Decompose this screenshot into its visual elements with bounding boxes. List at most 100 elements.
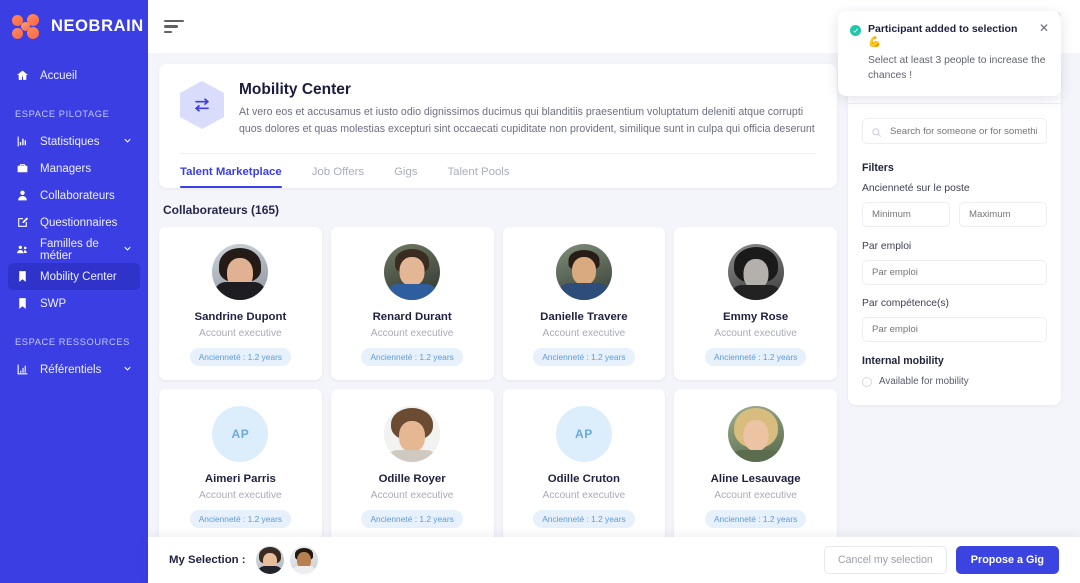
- hamburger-icon[interactable]: [164, 19, 184, 34]
- person-icon: [15, 189, 29, 203]
- collaborator-card[interactable]: Emmy Rose Account executive Ancienneté :…: [674, 227, 837, 380]
- sidebar-item-swp[interactable]: SWP: [8, 290, 140, 317]
- page-description: At vero eos et accusamus et iusto odio d…: [239, 106, 815, 135]
- collaborator-name: Odille Cruton: [547, 473, 620, 485]
- collaborator-name: Renard Durant: [372, 311, 452, 323]
- seniority-max-input[interactable]: [959, 202, 1047, 227]
- sidebar-item-collaborateurs[interactable]: Collaborateurs: [8, 182, 140, 209]
- my-selection-label: My Selection :: [169, 554, 246, 566]
- sidebar-item-label: Collaborateurs: [40, 189, 115, 202]
- toast-message: Select at least 3 people to increase the…: [868, 55, 1046, 81]
- close-icon[interactable]: ✕: [1033, 22, 1049, 34]
- avatar[interactable]: [255, 546, 284, 574]
- sidebar-item-label: Managers: [40, 162, 92, 175]
- cancel-my-selection-button[interactable]: Cancel my selection: [824, 546, 947, 574]
- seniority-badge: Ancienneté : 1.2 years: [533, 348, 635, 366]
- collaborator-card[interactable]: Aline Lesauvage Account executive Ancien…: [674, 389, 837, 542]
- sidebar-item-questionnaires[interactable]: Questionnaires: [8, 209, 140, 236]
- internal-mobility-label: Internal mobility: [862, 355, 944, 367]
- radio-icon[interactable]: [862, 376, 872, 387]
- collaborator-role: Account executive: [542, 490, 626, 501]
- sidebar-item-label: Statistiques: [40, 135, 100, 148]
- sidebar-item-managers[interactable]: Managers: [8, 155, 140, 182]
- sidebar-item-label: SWP: [40, 297, 67, 310]
- sidebar-item-familles-de-metier[interactable]: Familles de métier: [8, 236, 140, 263]
- tab-job-offers[interactable]: Job Offers: [312, 166, 364, 188]
- tab-talent-pools[interactable]: Talent Pools: [447, 166, 509, 188]
- avatar: [212, 244, 269, 300]
- available-for-mobility-option[interactable]: Available for mobility: [862, 376, 1047, 387]
- refine-search[interactable]: [862, 118, 1047, 144]
- collaborator-role: Account executive: [714, 328, 797, 339]
- sidebar-item-label: Accueil: [40, 69, 78, 82]
- search-input[interactable]: [862, 118, 1047, 144]
- avatar-initials: AP: [555, 406, 612, 462]
- left-column: Mobility Center At vero eos et accusamus…: [159, 64, 837, 583]
- collaborator-name: Aline Lesauvage: [710, 473, 801, 485]
- collaborator-name: Emmy Rose: [723, 311, 789, 323]
- seniority-badge: Ancienneté : 1.2 years: [189, 510, 292, 528]
- avatar: [384, 406, 441, 462]
- collaborator-cards-grid: Sandrine Dupont Account executive Ancien…: [159, 227, 837, 583]
- sidebar-item-label: Mobility Center: [40, 270, 117, 283]
- sidebar-item-accueil[interactable]: Accueil: [8, 62, 140, 89]
- edit-square-icon: [15, 216, 29, 230]
- collaborator-role: Account executive: [370, 490, 454, 501]
- sidebar-item-statistiques[interactable]: Statistiques: [8, 128, 140, 155]
- toast-notification: Participant added to selection 💪 ✕ Selec…: [838, 11, 1061, 96]
- neobrain-logo-icon: [12, 13, 42, 39]
- collaborator-name: Odille Royer: [378, 473, 446, 485]
- sidebar: NEOBRAIN Accueil ESPACE PILOTAGE Statist…: [0, 0, 148, 583]
- skill-label: Par compétence(s): [862, 298, 949, 309]
- mobility-center-header-card: Mobility Center At vero eos et accusamus…: [159, 64, 837, 188]
- collaborator-card[interactable]: Danielle Travere Account executive Ancie…: [502, 227, 666, 380]
- page-title: Mobility Center: [239, 81, 351, 98]
- sidebar-item-label: Référentiels: [40, 363, 102, 376]
- seniority-badge: Ancienneté : 1.2 years: [361, 510, 463, 528]
- collaborator-card[interactable]: Sandrine Dupont Account executive Ancien…: [159, 227, 322, 380]
- chevron-down-icon[interactable]: [122, 135, 133, 149]
- seniority-badge: Ancienneté : 1.2 years: [704, 510, 807, 528]
- seniority-badge: Ancienneté : 1.2 years: [361, 348, 463, 366]
- seniority-min-input[interactable]: [862, 202, 950, 227]
- collaborator-name: Danielle Travere: [540, 311, 628, 323]
- collaborator-card[interactable]: AP Aimeri Parris Account executive Ancie…: [159, 389, 322, 542]
- refine-results-panel: Refine Results Restart: [848, 64, 1061, 405]
- tab-talent-marketplace[interactable]: Talent Marketplace: [180, 166, 282, 188]
- tab-gigs[interactable]: Gigs: [394, 166, 417, 188]
- collaborator-name: Sandrine Dupont: [194, 311, 287, 323]
- collaborator-card[interactable]: AP Odille Cruton Account executive Ancie…: [502, 389, 666, 542]
- briefcase-icon: [15, 162, 29, 176]
- chevron-down-icon[interactable]: [122, 243, 133, 257]
- chevron-down-icon[interactable]: [122, 363, 133, 377]
- sidebar-item-mobility-center[interactable]: Mobility Center: [8, 263, 140, 290]
- brand-name: NEOBRAIN: [51, 17, 144, 35]
- avatar: [727, 406, 784, 462]
- avatar: [727, 244, 784, 300]
- selection-actions: Cancel my selection Propose a Gig: [824, 546, 1059, 574]
- brand-logo[interactable]: NEOBRAIN: [0, 0, 148, 53]
- collaborator-role: Account executive: [370, 328, 454, 339]
- available-for-mobility-label: Available for mobility: [879, 376, 969, 387]
- avatar: [384, 244, 441, 300]
- check-circle-icon: [850, 24, 861, 36]
- seniority-badge: Ancienneté : 1.2 years: [533, 510, 635, 528]
- selected-avatars: [255, 546, 318, 574]
- collaborator-role: Account executive: [542, 328, 626, 339]
- main-region: Mobility Center At vero eos et accusamus…: [148, 0, 1080, 583]
- people-group-icon: [15, 243, 29, 257]
- collaborator-name: Aimeri Parris: [204, 473, 276, 485]
- avatar[interactable]: [289, 546, 318, 574]
- sidebar-item-label: Familles de métier: [40, 237, 99, 262]
- exchange-icon: [180, 81, 224, 129]
- collaborator-card[interactable]: Renard Durant Account executive Ancienne…: [330, 227, 494, 380]
- collaborator-card[interactable]: Odille Royer Account executive Anciennet…: [330, 389, 494, 542]
- sidebar-item-referentiels[interactable]: Référentiels: [8, 356, 140, 383]
- skill-input[interactable]: [862, 317, 1047, 342]
- seniority-badge: Ancienneté : 1.2 years: [189, 348, 292, 366]
- seniority-badge: Ancienneté : 1.2 years: [704, 348, 807, 366]
- bookmark-icon: [15, 270, 29, 284]
- propose-a-gig-button[interactable]: Propose a Gig: [955, 546, 1059, 574]
- job-input[interactable]: [862, 260, 1047, 285]
- search-icon: [871, 125, 882, 137]
